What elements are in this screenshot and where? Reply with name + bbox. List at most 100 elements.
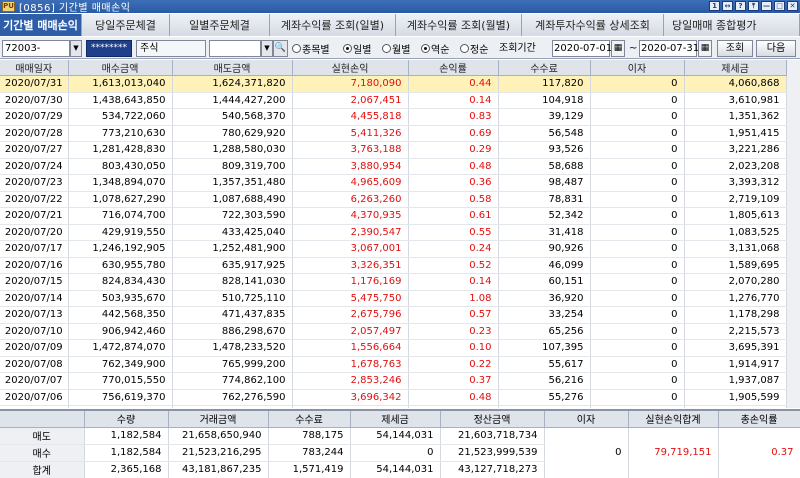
table-row[interactable]: 2020/07/28 773,210,630 780,629,920 5,411,32… xyxy=(0,125,800,142)
column-header[interactable]: 이자 xyxy=(590,60,685,76)
screen-number-icon[interactable]: 1 xyxy=(709,1,720,11)
cell-interest: 0 xyxy=(590,108,685,126)
cell-date: 2020/07/06 xyxy=(0,389,69,406)
scrollbar-track[interactable] xyxy=(786,389,800,406)
radio-descending[interactable]: 역순 xyxy=(421,40,449,57)
close-icon[interactable]: ✕ xyxy=(787,1,798,11)
cell-sell-amount: 809,319,700 xyxy=(172,158,293,175)
column-header[interactable]: 수수료 xyxy=(498,60,591,76)
calendar-icon[interactable]: ▦ xyxy=(698,40,712,57)
scrollbar-track[interactable] xyxy=(786,174,800,191)
table-row[interactable]: 2020/07/22 1,078,627,290 1,087,688,490 6,26… xyxy=(0,191,800,208)
scrollbar-track[interactable] xyxy=(786,323,800,340)
table-row[interactable]: 2020/07/24 803,430,050 809,319,700 3,880,95… xyxy=(0,158,800,175)
summary-corner xyxy=(0,411,85,428)
table-row[interactable]: 2020/07/27 1,281,428,830 1,288,580,030 3,76… xyxy=(0,141,800,159)
table-row[interactable]: 2020/07/07 770,015,550 774,862,100 2,853,24… xyxy=(0,372,800,390)
scrollbar-track[interactable] xyxy=(786,75,800,92)
scrollbar-track[interactable] xyxy=(786,224,800,241)
date-from-input[interactable]: 2020-07-01 xyxy=(552,40,612,57)
column-header[interactable]: 매매일자 xyxy=(0,60,69,76)
radio-monthly[interactable]: 월별 xyxy=(382,40,410,57)
radio-daily[interactable]: 일별 xyxy=(343,40,371,57)
radio-dot xyxy=(460,44,469,53)
table-row[interactable]: 2020/07/23 1,348,894,070 1,357,351,480 4,96… xyxy=(0,174,800,192)
period-label: 조회기간 xyxy=(499,43,536,54)
table-row[interactable]: 2020/07/10 906,942,460 886,298,670 2,057,49… xyxy=(0,323,800,340)
table-row[interactable]: 2020/07/30 1,438,643,850 1,444,427,200 2,06… xyxy=(0,92,800,109)
tab-return-daily[interactable]: 계좌수익률 조회(일별) xyxy=(270,14,396,36)
tab-return-monthly[interactable]: 계좌수익률 조회(월별) xyxy=(396,14,522,36)
calendar-icon[interactable]: ▦ xyxy=(611,40,625,57)
scrollbar-track[interactable] xyxy=(786,290,800,307)
scrollbar-track[interactable] xyxy=(786,141,800,158)
account-input[interactable]: 72003- xyxy=(2,40,70,57)
summary-row-label: 합계 xyxy=(0,461,85,478)
tab-today-summary[interactable]: 당일매매 종합평가 xyxy=(664,14,800,36)
maximize-icon[interactable]: □ xyxy=(774,1,785,11)
column-header[interactable]: 매수금액 xyxy=(68,60,173,76)
table-row[interactable]: 2020/07/29 534,722,060 540,568,370 4,455,81… xyxy=(0,108,800,126)
column-header[interactable]: 실현손익 xyxy=(292,60,409,76)
column-header[interactable]: 제세금 xyxy=(684,60,787,76)
tab-return-detail[interactable]: 계좌투자수익률 상세조회 xyxy=(522,14,664,36)
table-row[interactable]: 2020/07/15 824,834,430 828,141,030 1,176,16… xyxy=(0,273,800,291)
tab-today-orders[interactable]: 당일주문체결 xyxy=(82,14,170,36)
profit-grid: 매매일자 매수금액 매도금액 실현손익 손익률 수수료 이자 제세금 2020/… xyxy=(0,60,800,408)
next-button[interactable]: 다음 xyxy=(756,40,796,57)
table-row[interactable]: 2020/07/06 756,619,370 762,276,590 3,696,34… xyxy=(0,389,800,406)
table-row[interactable]: 2020/07/14 503,935,670 510,725,110 5,475,75… xyxy=(0,290,800,307)
minimize-icon[interactable]: — xyxy=(761,1,772,11)
column-header[interactable]: 매도금액 xyxy=(172,60,293,76)
table-row[interactable]: 2020/07/31 1,613,013,040 1,624,371,820 7,18… xyxy=(0,75,800,93)
search-button[interactable]: 조회 xyxy=(717,40,753,57)
cell-sell-amount: 510,725,110 xyxy=(172,290,293,307)
tab-period-profit[interactable]: 기간별 매매손익 xyxy=(0,14,82,36)
table-row[interactable]: 2020/07/21 716,074,700 722,303,590 4,370,93… xyxy=(0,207,800,225)
tab-daily-orders[interactable]: 일별주문체결 xyxy=(170,14,270,36)
cell-realized-profit: 1,556,664 xyxy=(292,339,409,357)
cell-realized-profit: 1,678,763 xyxy=(292,356,409,373)
cell-sell-amount: 635,917,925 xyxy=(172,257,293,274)
cell-realized-profit: 4,370,935 xyxy=(292,207,409,225)
cell-sell-amount: 1,357,351,480 xyxy=(172,174,293,192)
account-dropdown-icon[interactable]: ▼ xyxy=(70,40,82,57)
column-header[interactable]: 손익률 xyxy=(408,60,499,76)
table-row[interactable]: 2020/07/13 442,568,350 471,437,835 2,675,79… xyxy=(0,306,800,324)
scrollbar-track[interactable] xyxy=(786,257,800,274)
radio-by-stock[interactable]: 종목별 xyxy=(292,40,330,57)
scrollbar-track[interactable] xyxy=(786,158,800,175)
table-row[interactable]: 2020/07/09 1,472,874,070 1,478,233,520 1,55… xyxy=(0,339,800,357)
stock-search-icon[interactable]: 🔍 xyxy=(273,40,288,57)
scrollbar-track[interactable] xyxy=(786,191,800,208)
date-to-input[interactable]: 2020-07-31 xyxy=(639,40,699,57)
scrollbar-track[interactable] xyxy=(786,125,800,142)
radio-ascending[interactable]: 정순 xyxy=(460,40,488,57)
password-input[interactable]: ******** xyxy=(86,40,132,57)
cell-tax: 2,023,208 xyxy=(684,158,787,175)
cell-interest: 0 xyxy=(590,257,685,274)
scrollbar-track[interactable] xyxy=(786,339,800,356)
table-row[interactable]: 2020/07/16 630,955,780 635,917,925 3,326,35… xyxy=(0,257,800,274)
scrollbar-track[interactable] xyxy=(786,240,800,257)
scrollbar-track[interactable] xyxy=(786,306,800,323)
scrollbar-track[interactable] xyxy=(786,207,800,224)
scroll-up-arrow[interactable] xyxy=(786,60,800,76)
help-icon[interactable]: ? xyxy=(735,1,746,11)
cell-buy-amount: 1,613,013,040 xyxy=(68,75,173,93)
table-row[interactable]: 2020/07/03810,363,980815,302,3702,841,09… xyxy=(0,405,800,408)
link-icon[interactable]: ↔ xyxy=(722,1,733,11)
stock-dropdown-icon[interactable]: ▼ xyxy=(261,40,273,57)
stock-code-input[interactable] xyxy=(209,40,261,57)
table-row[interactable]: 2020/07/17 1,246,192,905 1,252,481,900 3,06… xyxy=(0,240,800,258)
table-row[interactable]: 2020/07/08 762,349,900 765,999,200 1,678,76… xyxy=(0,356,800,373)
scrollbar-track[interactable] xyxy=(786,405,800,408)
cell-tax: 1,905,599 xyxy=(684,389,787,406)
pin-top-icon[interactable]: ⤒ xyxy=(748,1,759,11)
scrollbar-track[interactable] xyxy=(786,356,800,373)
table-row[interactable]: 2020/07/20 429,919,550 433,425,040 2,390,54… xyxy=(0,224,800,241)
scrollbar-track[interactable] xyxy=(786,108,800,125)
scrollbar-track[interactable] xyxy=(786,92,800,109)
scrollbar-track[interactable] xyxy=(786,273,800,290)
scrollbar-track[interactable] xyxy=(786,372,800,389)
